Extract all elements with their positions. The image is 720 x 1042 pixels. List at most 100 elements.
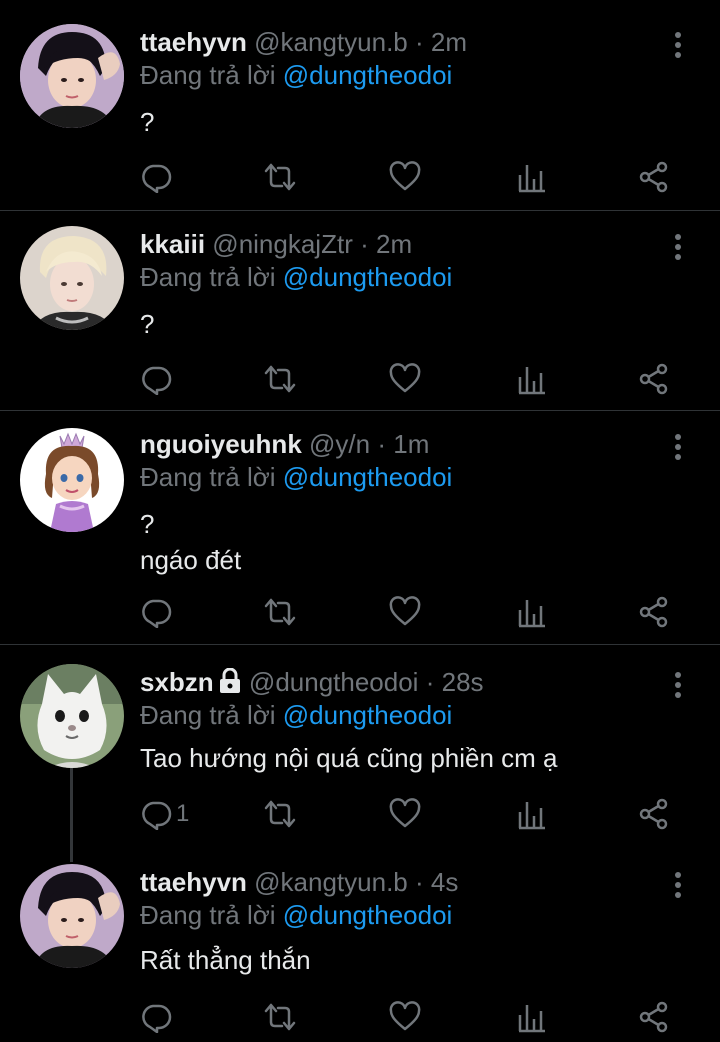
analytics-button[interactable] <box>516 359 548 399</box>
action-bar <box>140 592 700 632</box>
mention-link[interactable]: @dungtheodoi <box>283 262 453 292</box>
share-icon <box>639 161 668 193</box>
timestamp[interactable]: 2m <box>431 27 467 57</box>
share-button[interactable] <box>638 794 670 834</box>
timestamp[interactable]: 4s <box>431 867 458 897</box>
analytics-button[interactable] <box>516 157 548 197</box>
replying-to-label: Đang trả lời <box>140 462 283 492</box>
replying-to: Đang trả lời @dungtheodoi <box>140 58 452 92</box>
display-name[interactable]: sxbzn <box>140 667 214 697</box>
timestamp[interactable]: 28s <box>442 667 484 697</box>
mention-link[interactable]: @dungtheodoi <box>283 462 453 492</box>
action-bar <box>140 359 700 399</box>
like-button[interactable] <box>389 157 421 197</box>
tweet[interactable]: ttaehyvn @kangtyun.b · 4s Đang trả lời @… <box>0 864 720 1042</box>
heart-icon <box>389 363 421 393</box>
separator: · <box>415 867 424 897</box>
replying-to: Đang trả lời @dungtheodoi <box>140 260 452 294</box>
mention-link[interactable]: @dungtheodoi <box>283 900 453 930</box>
share-icon <box>639 363 668 395</box>
heart-icon <box>389 596 421 626</box>
replying-to: Đang trả lời @dungtheodoi <box>140 698 452 732</box>
more-vertical-icon[interactable] <box>668 670 688 700</box>
timestamp[interactable]: 1m <box>393 429 429 459</box>
user-handle[interactable]: @kangtyun.b <box>254 867 408 897</box>
tweet-header: kkaiii @ningkajZtr · 2m <box>140 226 412 262</box>
like-button[interactable] <box>389 997 421 1037</box>
more-vertical-icon[interactable] <box>668 30 688 60</box>
analytics-button[interactable] <box>516 794 548 834</box>
retweet-button[interactable] <box>264 157 296 197</box>
reply-icon <box>142 1004 172 1033</box>
avatar[interactable] <box>20 864 124 968</box>
tweet[interactable]: kkaiii @ningkajZtr · 2m Đang trả lời @du… <box>0 226 720 410</box>
replying-to-label: Đang trả lời <box>140 900 283 930</box>
blond-avatar <box>20 226 124 330</box>
analytics-icon <box>518 165 545 193</box>
tweet-header: ttaehyvn @kangtyun.b · 2m <box>140 24 467 60</box>
reply-button[interactable] <box>140 359 176 399</box>
boy-avatar <box>20 864 124 968</box>
reply-button[interactable] <box>140 592 176 632</box>
display-name[interactable]: kkaiii <box>140 229 205 259</box>
analytics-icon <box>518 600 545 628</box>
tweet[interactable]: sxbzn @dungtheodoi · 28s Đang trả lời @d… <box>0 664 720 854</box>
share-button[interactable] <box>638 157 670 197</box>
separator: · <box>415 27 424 57</box>
replying-to-label: Đang trả lời <box>140 60 283 90</box>
like-button[interactable] <box>389 794 421 834</box>
share-button[interactable] <box>638 592 670 632</box>
tweet-divider <box>0 210 720 211</box>
retweet-button[interactable] <box>264 592 296 632</box>
tweet-header: sxbzn @dungtheodoi · 28s <box>140 664 484 700</box>
retweet-button[interactable] <box>264 794 296 834</box>
separator: · <box>377 429 386 459</box>
mention-link[interactable]: @dungtheodoi <box>283 700 453 730</box>
reply-button[interactable] <box>140 157 176 197</box>
retweet-icon <box>264 163 296 191</box>
share-button[interactable] <box>638 359 670 399</box>
like-button[interactable] <box>389 592 421 632</box>
share-icon <box>639 798 668 830</box>
tweet-divider <box>0 644 720 645</box>
tweet[interactable]: nguoiyeuhnk @y/n · 1m Đang trả lời @dung… <box>0 426 720 644</box>
princess-avatar <box>20 428 124 532</box>
replying-to-label: Đang trả lời <box>140 700 283 730</box>
lock-icon <box>219 668 240 693</box>
avatar[interactable] <box>20 226 124 330</box>
heart-icon <box>389 161 421 191</box>
more-vertical-icon[interactable] <box>668 232 688 262</box>
action-bar: 1 <box>140 794 700 834</box>
retweet-icon <box>264 800 296 828</box>
more-vertical-icon[interactable] <box>668 432 688 462</box>
display-name[interactable]: ttaehyvn <box>140 867 247 897</box>
share-icon <box>639 1001 668 1033</box>
share-button[interactable] <box>638 997 670 1037</box>
timestamp[interactable]: 2m <box>376 229 412 259</box>
retweet-button[interactable] <box>264 997 296 1037</box>
display-name[interactable]: nguoiyeuhnk <box>140 429 302 459</box>
like-button[interactable] <box>389 359 421 399</box>
heart-icon <box>389 798 421 828</box>
analytics-button[interactable] <box>516 997 548 1037</box>
user-handle[interactable]: @kangtyun.b <box>254 27 408 57</box>
avatar[interactable] <box>20 24 124 128</box>
tweet[interactable]: ttaehyvn @kangtyun.b · 2m Đang trả lời @… <box>0 24 720 210</box>
display-name[interactable]: ttaehyvn <box>140 27 247 57</box>
tweet-divider <box>0 410 720 411</box>
analytics-button[interactable] <box>516 592 548 632</box>
reply-button[interactable]: 1 <box>140 794 189 834</box>
tweet-header: ttaehyvn @kangtyun.b · 4s <box>140 864 458 900</box>
analytics-icon <box>518 802 545 830</box>
user-handle[interactable]: @y/n <box>309 429 370 459</box>
avatar[interactable] <box>20 428 124 532</box>
reply-icon <box>142 366 172 395</box>
user-handle[interactable]: @dungtheodoi <box>249 667 419 697</box>
retweet-button[interactable] <box>264 359 296 399</box>
mention-link[interactable]: @dungtheodoi <box>283 60 453 90</box>
avatar[interactable] <box>20 664 124 768</box>
replying-to: Đang trả lời @dungtheodoi <box>140 898 452 932</box>
user-handle[interactable]: @ningkajZtr <box>212 229 353 259</box>
reply-button[interactable] <box>140 997 176 1037</box>
more-vertical-icon[interactable] <box>668 870 688 900</box>
